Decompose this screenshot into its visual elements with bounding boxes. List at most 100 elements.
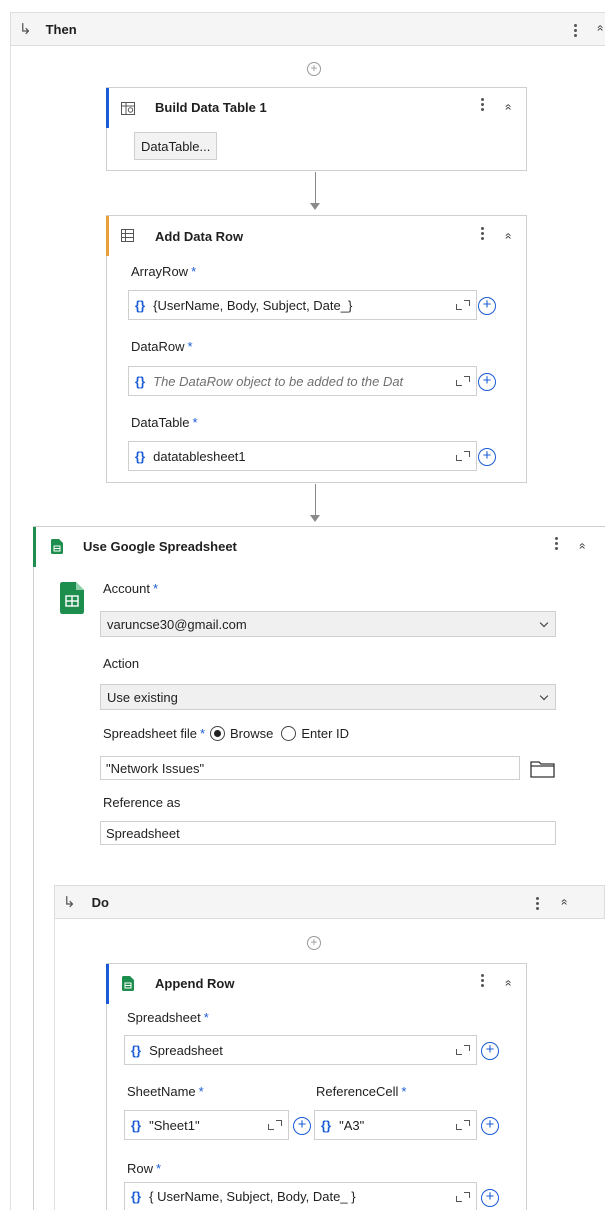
expand-editor-icon[interactable] bbox=[456, 451, 470, 461]
datarow-plus-icon[interactable]: + bbox=[478, 373, 496, 391]
expression-icon: {} bbox=[131, 1042, 142, 1058]
arrayrow-label: ArrayRow * bbox=[131, 264, 197, 279]
data-table-icon bbox=[121, 102, 135, 115]
expand-editor-icon[interactable] bbox=[456, 376, 470, 386]
enter-id-radio-label[interactable]: Enter ID bbox=[301, 726, 349, 741]
datatable-input[interactable]: {} datatablesheet1 bbox=[128, 441, 477, 471]
referencecell-value: "A3" bbox=[339, 1117, 365, 1133]
row-label: Row * bbox=[127, 1161, 162, 1176]
card-title: Build Data Table 1 bbox=[155, 100, 267, 115]
sheetname-input[interactable]: {} "Sheet1" bbox=[124, 1110, 289, 1140]
folder-browse-icon[interactable] bbox=[529, 757, 557, 781]
connector-arrow bbox=[310, 203, 320, 210]
enter-id-radio[interactable] bbox=[281, 726, 297, 741]
arrayrow-input[interactable]: {} {UserName, Body, Subject, Date_} bbox=[128, 290, 477, 320]
do-sequence-header[interactable]: ↳ Do » bbox=[54, 885, 605, 919]
expand-editor-icon[interactable] bbox=[456, 300, 470, 310]
spreadsheet-input[interactable]: {} Spreadsheet bbox=[124, 1035, 477, 1065]
then-more-menu-icon[interactable] bbox=[574, 22, 578, 39]
datatable-label: DataTable * bbox=[131, 415, 198, 430]
datarow-input[interactable]: {} The DataRow object to be added to the… bbox=[128, 366, 477, 396]
row-plus-icon[interactable]: + bbox=[481, 1189, 499, 1207]
do-collapse-icon[interactable]: » bbox=[556, 899, 570, 906]
collapse-icon[interactable]: » bbox=[500, 104, 514, 111]
sheetname-plus-icon[interactable]: + bbox=[293, 1117, 311, 1135]
action-label: Action bbox=[103, 656, 140, 671]
action-select[interactable]: Use existing bbox=[100, 684, 556, 710]
spreadsheet-file-input[interactable]: "Network Issues" bbox=[100, 756, 520, 780]
google-sheets-large-icon bbox=[60, 582, 84, 614]
more-menu-icon[interactable] bbox=[555, 535, 559, 552]
spreadsheet-value: Spreadsheet bbox=[149, 1042, 223, 1058]
arrayrow-value: {UserName, Body, Subject, Date_} bbox=[153, 297, 353, 313]
referencecell-label: ReferenceCell * bbox=[316, 1084, 407, 1099]
connector-arrow bbox=[310, 515, 320, 522]
account-value: varuncse30@gmail.com bbox=[107, 616, 247, 632]
card-title: Use Google Spreadsheet bbox=[83, 539, 237, 554]
reference-as-label: Reference as bbox=[103, 795, 181, 810]
expand-editor-icon[interactable] bbox=[456, 1120, 470, 1130]
datatable-wizard-button[interactable]: DataTable... bbox=[134, 132, 218, 160]
more-menu-icon[interactable] bbox=[481, 96, 485, 113]
spreadsheet-label: Spreadsheet * bbox=[127, 1010, 209, 1025]
connector-line bbox=[315, 172, 316, 204]
referencecell-input[interactable]: {} "A3" bbox=[314, 1110, 477, 1140]
spreadsheet-file-label: Spreadsheet file bbox=[103, 726, 197, 741]
do-more-menu-icon[interactable] bbox=[536, 895, 540, 912]
datarow-label: DataRow * bbox=[131, 339, 193, 354]
arrayrow-plus-icon[interactable]: + bbox=[478, 297, 496, 315]
add-activity-icon[interactable]: + bbox=[307, 62, 321, 76]
expression-icon: {} bbox=[131, 1189, 142, 1204]
add-row-icon bbox=[121, 229, 134, 242]
expression-icon: {} bbox=[135, 297, 146, 313]
datarow-placeholder: The DataRow object to be added to the Da… bbox=[153, 373, 404, 389]
browse-radio[interactable] bbox=[210, 726, 226, 741]
chevron-down-icon bbox=[539, 691, 549, 701]
sequence-arrow-icon: ↳ bbox=[63, 894, 76, 911]
connector-line bbox=[315, 484, 316, 516]
sequence-arrow-icon: ↳ bbox=[19, 21, 32, 38]
append-row-card[interactable]: Append Row » Spreadsheet * {} Spreadsheet… bbox=[106, 963, 527, 1210]
card-title: Append Row bbox=[155, 976, 235, 991]
collapse-icon[interactable]: » bbox=[500, 233, 514, 240]
card-header: Add Data Row » bbox=[107, 216, 526, 256]
more-menu-icon[interactable] bbox=[481, 225, 485, 242]
referencecell-plus-icon[interactable]: + bbox=[481, 1117, 499, 1135]
more-menu-icon[interactable] bbox=[481, 972, 485, 989]
spreadsheet-file-value: "Network Issues" bbox=[106, 760, 205, 776]
account-label: Account * bbox=[103, 581, 159, 596]
collapse-icon[interactable]: » bbox=[500, 980, 514, 987]
then-collapse-icon[interactable]: » bbox=[592, 25, 605, 32]
expand-editor-icon[interactable] bbox=[456, 1045, 470, 1055]
spreadsheet-file-row: Spreadsheet file * Browse Enter ID bbox=[103, 726, 350, 741]
action-value: Use existing bbox=[107, 689, 178, 705]
spreadsheet-plus-icon[interactable]: + bbox=[481, 1042, 499, 1060]
do-sequence-title: Do bbox=[91, 894, 109, 910]
chevron-down-icon bbox=[539, 618, 549, 628]
row-input[interactable]: {} { UserName, Subject, Body, Date_ } bbox=[124, 1182, 477, 1210]
google-sheets-icon bbox=[122, 976, 134, 991]
collapse-icon[interactable]: » bbox=[574, 543, 588, 550]
expand-editor-icon[interactable] bbox=[268, 1120, 282, 1130]
card-header: Build Data Table 1 » bbox=[107, 88, 526, 128]
account-select[interactable]: varuncse30@gmail.com bbox=[100, 611, 556, 637]
sheetname-value: "Sheet1" bbox=[149, 1117, 200, 1133]
card-accent bbox=[106, 964, 109, 1004]
add-data-row-card[interactable]: Add Data Row » ArrayRow * {} {UserName, B… bbox=[106, 215, 527, 483]
card-title: Add Data Row bbox=[155, 229, 244, 244]
row-value: { UserName, Subject, Body, Date_ } bbox=[149, 1189, 356, 1204]
expression-icon: {} bbox=[321, 1117, 332, 1133]
then-sequence-header[interactable]: ↳ Then » bbox=[10, 12, 605, 46]
datatable-plus-icon[interactable]: + bbox=[478, 448, 496, 466]
reference-as-input[interactable]: Spreadsheet bbox=[100, 821, 556, 845]
datatable-value: datatablesheet1 bbox=[153, 448, 246, 464]
build-data-table-card[interactable]: Build Data Table 1 » DataTable... bbox=[106, 87, 527, 171]
then-body-border bbox=[10, 46, 11, 1210]
expression-icon: {} bbox=[135, 373, 146, 389]
expression-icon: {} bbox=[131, 1117, 142, 1133]
browse-radio-label[interactable]: Browse bbox=[230, 726, 273, 741]
add-activity-icon[interactable]: + bbox=[307, 936, 321, 950]
do-body-border bbox=[54, 919, 55, 1210]
expand-editor-icon[interactable] bbox=[456, 1191, 470, 1202]
sheetname-label: SheetName * bbox=[127, 1084, 204, 1099]
